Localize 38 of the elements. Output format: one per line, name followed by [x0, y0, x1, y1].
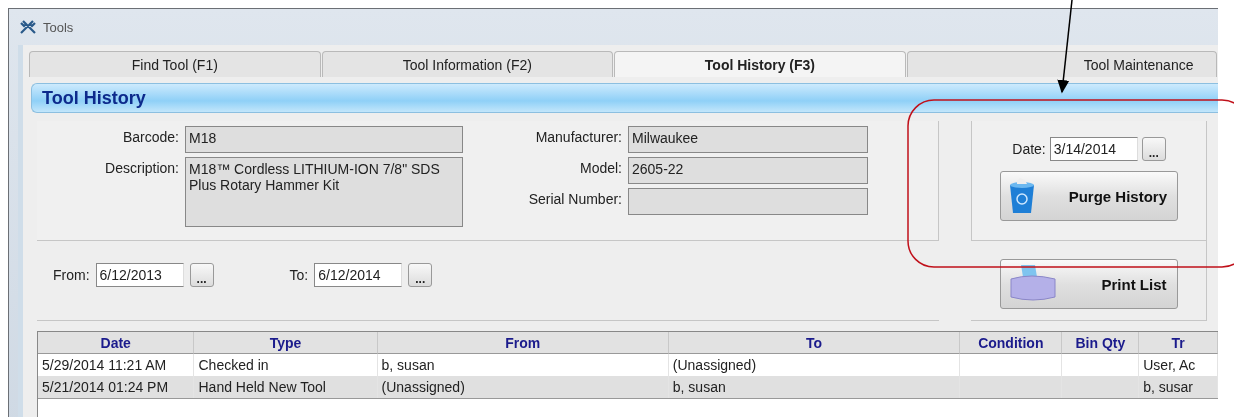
- column-header[interactable]: Condition: [960, 332, 1063, 354]
- from-label: From:: [53, 266, 90, 283]
- column-header[interactable]: Bin Qty: [1062, 332, 1140, 354]
- column-header[interactable]: To: [668, 332, 961, 354]
- to-date-field[interactable]: 6/12/2014: [314, 262, 403, 287]
- readonly-field[interactable]: Milwaukee: [628, 126, 868, 153]
- column-header[interactable]: Tr: [1139, 332, 1218, 354]
- column-header[interactable]: Type: [194, 332, 378, 354]
- table-cell: Hand Held New Tool: [194, 376, 378, 398]
- field-label: Manufacturer:: [534, 128, 622, 147]
- from-date-field[interactable]: 6/12/2013: [95, 262, 184, 287]
- print-list-button[interactable]: Print List: [999, 259, 1178, 309]
- date-picker-button[interactable]: ...: [189, 262, 214, 287]
- date-label: Date:: [1012, 141, 1046, 157]
- tab[interactable]: Tool History (F3): [614, 51, 906, 77]
- column-header[interactable]: From: [377, 332, 669, 354]
- readonly-field[interactable]: 2605-22: [628, 157, 868, 184]
- table-cell: b, susan: [668, 376, 961, 398]
- tab[interactable]: Tool Information (F2): [321, 51, 614, 77]
- field-label: Model:: [578, 159, 622, 178]
- column-header[interactable]: Date: [38, 332, 195, 354]
- readonly-field[interactable]: M18™ Cordless LITHIUM-ION 7/8" SDS Plus Rotary Hammer Kit: [185, 157, 463, 227]
- field-label: Serial Number:: [527, 190, 622, 209]
- table-cell: b, susar: [1139, 376, 1218, 398]
- purge-history-button[interactable]: Purge History: [1000, 171, 1178, 221]
- date-picker-button[interactable]: ...: [408, 262, 433, 287]
- window-title: Tools: [43, 19, 74, 35]
- date-field[interactable]: 3/14/2014: [1049, 137, 1138, 161]
- table-cell: (Unassigned): [377, 376, 669, 398]
- tab[interactable]: Tool Maintenance: [906, 51, 1217, 77]
- section-header: Tool History: [31, 83, 1218, 113]
- table-cell: 5/21/2014 01:24 PM: [38, 376, 195, 398]
- field-label: Description:: [104, 159, 179, 178]
- date-picker-button[interactable]: ...: [1141, 137, 1166, 161]
- field-label: Barcode:: [121, 128, 179, 147]
- tab[interactable]: Find Tool (F1): [29, 51, 321, 77]
- to-label: To:: [289, 266, 309, 283]
- readonly-field[interactable]: M18: [185, 126, 463, 153]
